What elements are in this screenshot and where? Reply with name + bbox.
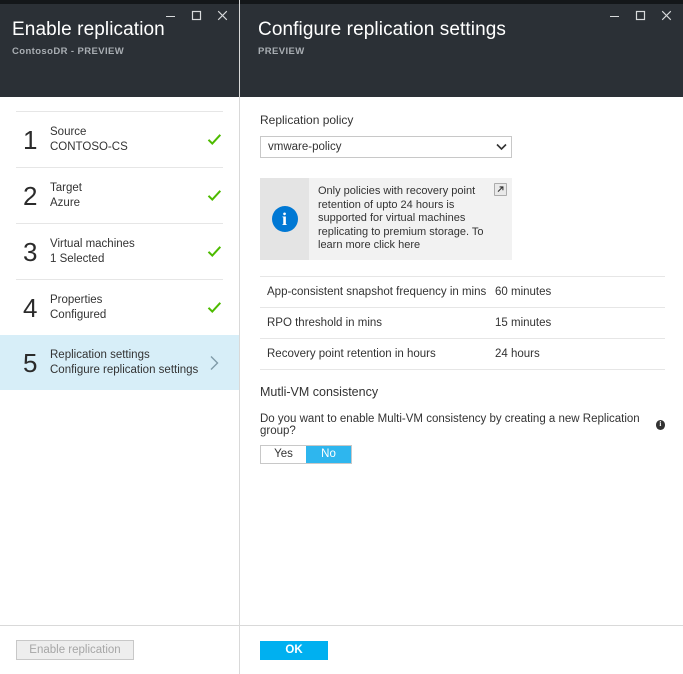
maximize-icon[interactable]: [627, 4, 653, 26]
step-description: 1 Selected: [50, 252, 203, 267]
right-blade-header: Configure replication settings PREVIEW: [240, 0, 683, 97]
step-title: Properties: [50, 293, 203, 308]
sidebar-item-target[interactable]: 2 Target Azure: [0, 168, 239, 223]
left-blade-footer: Enable replication: [0, 625, 239, 674]
step-number: 3: [16, 239, 50, 265]
enable-replication-button[interactable]: Enable replication: [16, 640, 134, 660]
chevron-right-icon: [209, 355, 220, 371]
minimize-icon[interactable]: [157, 4, 183, 26]
table-cell-value: 15 minutes: [495, 307, 665, 338]
sidebar-item-virtual-machines[interactable]: 3 Virtual machines 1 Selected: [0, 224, 239, 279]
info-banner-text: Only policies with recovery point retent…: [309, 178, 512, 260]
step-text: Source CONTOSO-CS: [50, 125, 203, 155]
step-status: [203, 133, 225, 146]
step-number: 4: [16, 295, 50, 321]
info-icon: i: [272, 206, 298, 232]
step-number: 1: [16, 127, 50, 153]
app-root: Enable replication ContosoDR - PREVIEW 1…: [0, 0, 683, 674]
check-icon: [207, 189, 222, 202]
step-title: Virtual machines: [50, 237, 203, 252]
step-number: 5: [16, 350, 50, 376]
step-description: Azure: [50, 196, 203, 211]
minimize-icon[interactable]: [601, 4, 627, 26]
multi-vm-toggle[interactable]: Yes No: [260, 445, 352, 464]
chevron-down-icon: [491, 143, 511, 151]
external-link-icon[interactable]: [494, 183, 507, 196]
step-status: [203, 355, 225, 371]
close-icon[interactable]: [209, 4, 235, 26]
sidebar-item-properties[interactable]: 4 Properties Configured: [0, 280, 239, 335]
left-blade-header: Enable replication ContosoDR - PREVIEW: [0, 0, 239, 97]
step-title: Replication settings: [50, 348, 203, 363]
right-window-controls: [601, 4, 679, 26]
step-text: Replication settings Configure replicati…: [50, 348, 203, 378]
table-cell-key: App-consistent snapshot frequency in min…: [260, 276, 495, 307]
step-number: 2: [16, 183, 50, 209]
info-banner-icon-area: i: [260, 178, 309, 260]
check-icon: [207, 301, 222, 314]
table-row: RPO threshold in mins 15 minutes: [260, 307, 665, 338]
close-icon[interactable]: [653, 4, 679, 26]
step-text: Virtual machines 1 Selected: [50, 237, 203, 267]
step-description: CONTOSO-CS: [50, 140, 203, 155]
toggle-option-yes[interactable]: Yes: [261, 446, 306, 463]
right-blade-subtitle: PREVIEW: [258, 46, 683, 57]
blade-enable-replication: Enable replication ContosoDR - PREVIEW 1…: [0, 0, 240, 674]
ok-button[interactable]: OK: [260, 641, 328, 660]
blade-configure-replication-settings: Configure replication settings PREVIEW R…: [240, 0, 683, 674]
step-status: [203, 189, 225, 202]
table-cell-key: Recovery point retention in hours: [260, 338, 495, 369]
table-cell-value: 24 hours: [495, 338, 665, 369]
replication-settings-table: App-consistent snapshot frequency in min…: [260, 276, 665, 370]
replication-policy-label: Replication policy: [260, 113, 665, 127]
step-description: Configure replication settings: [50, 363, 203, 378]
toggle-option-no[interactable]: No: [306, 446, 351, 463]
check-icon: [207, 245, 222, 258]
multi-vm-question-text: Do you want to enable Multi-VM consisten…: [260, 413, 652, 437]
info-banner: i Only policies with recovery point rete…: [260, 178, 512, 260]
step-text: Properties Configured: [50, 293, 203, 323]
replication-policy-value: vmware-policy: [261, 141, 491, 153]
left-blade-subtitle: ContosoDR - PREVIEW: [12, 46, 239, 57]
replication-settings-form: Replication policy vmware-policy i Only …: [240, 97, 683, 625]
maximize-icon[interactable]: [183, 4, 209, 26]
wizard-steps: 1 Source CONTOSO-CS 2 Target Azure: [0, 97, 239, 625]
step-status: [203, 301, 225, 314]
table-cell-value: 60 minutes: [495, 276, 665, 307]
step-text: Target Azure: [50, 181, 203, 211]
step-description: Configured: [50, 308, 203, 323]
sidebar-item-source[interactable]: 1 Source CONTOSO-CS: [0, 112, 239, 167]
multi-vm-consistency-heading: Mutli-VM consistency: [260, 385, 665, 399]
info-tooltip-icon[interactable]: i: [656, 420, 665, 430]
replication-policy-select[interactable]: vmware-policy: [260, 136, 512, 158]
step-status: [203, 245, 225, 258]
step-title: Target: [50, 181, 203, 196]
sidebar-item-replication-settings[interactable]: 5 Replication settings Configure replica…: [0, 335, 239, 390]
table-row: Recovery point retention in hours 24 hou…: [260, 338, 665, 369]
multi-vm-question: Do you want to enable Multi-VM consisten…: [260, 413, 665, 437]
check-icon: [207, 133, 222, 146]
left-window-controls: [157, 4, 235, 26]
step-title: Source: [50, 125, 203, 140]
table-cell-key: RPO threshold in mins: [260, 307, 495, 338]
right-blade-footer: OK: [240, 625, 683, 674]
table-row: App-consistent snapshot frequency in min…: [260, 276, 665, 307]
